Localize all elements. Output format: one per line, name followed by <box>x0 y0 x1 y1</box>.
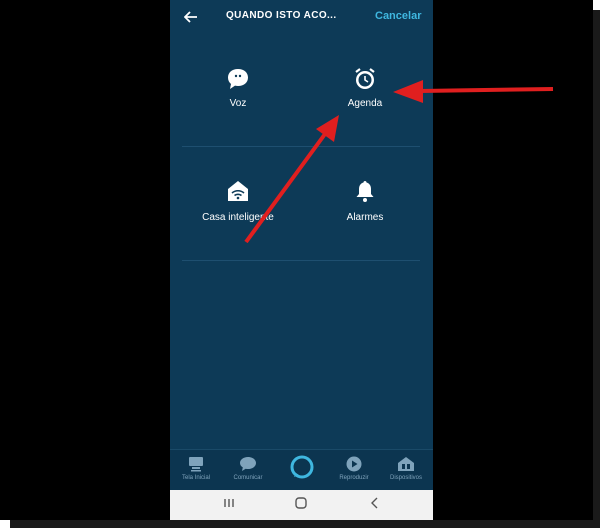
tile-casa-inteligente[interactable]: Casa inteligente <box>178 162 298 272</box>
row-divider <box>182 260 420 261</box>
top-bar: QUANDO ISTO ACO... Cancelar <box>170 0 433 34</box>
smart-home-icon <box>225 178 251 209</box>
tile-label: Casa inteligente <box>202 212 274 223</box>
bottom-navigation: Tela Inicial Comunicar Reproduzir Dispos… <box>170 449 433 490</box>
tile-voz[interactable]: Voz <box>178 48 298 158</box>
nav-dispositivos[interactable]: Dispositivos <box>382 456 430 481</box>
nav-reproduzir[interactable]: Reproduzir <box>330 456 378 481</box>
nav-alexa[interactable] <box>278 454 326 483</box>
cancel-button[interactable]: Cancelar <box>375 10 421 22</box>
nav-comunicar[interactable]: Comunicar <box>224 456 272 481</box>
speech-bubble-icon <box>225 66 251 97</box>
alexa-ring-icon <box>289 454 315 480</box>
phone-screen: QUANDO ISTO ACO... Cancelar Voz Agenda C… <box>170 0 433 520</box>
tile-label: Alarmes <box>346 212 384 223</box>
devices-icon <box>397 456 415 472</box>
back-arrow-icon[interactable] <box>183 6 200 26</box>
right-black-border <box>433 0 593 520</box>
nav-label: Dispositivos <box>389 475 422 481</box>
tile-label: Voz <box>229 98 247 109</box>
system-navigation-bar <box>170 490 433 520</box>
tile-label: Agenda <box>347 98 383 109</box>
left-black-border <box>0 0 170 520</box>
tile-agenda[interactable]: Agenda <box>305 48 425 158</box>
chat-icon <box>239 456 257 472</box>
nav-label: Comunicar <box>233 475 263 481</box>
nav-label: Tela Inicial <box>181 475 210 481</box>
back-icon[interactable] <box>368 496 382 513</box>
alarm-clock-icon <box>352 66 378 97</box>
home-icon[interactable] <box>294 496 308 513</box>
recent-apps-icon[interactable] <box>222 496 236 513</box>
nav-label: Reproduzir <box>339 475 369 481</box>
bell-icon <box>352 178 378 209</box>
row-divider <box>182 146 420 147</box>
page-title: QUANDO ISTO ACO... <box>226 10 337 21</box>
play-icon <box>345 456 363 472</box>
home-screen-icon <box>187 456 205 472</box>
tile-alarmes[interactable]: Alarmes <box>305 162 425 272</box>
nav-tela-inicial[interactable]: Tela Inicial <box>172 456 220 481</box>
